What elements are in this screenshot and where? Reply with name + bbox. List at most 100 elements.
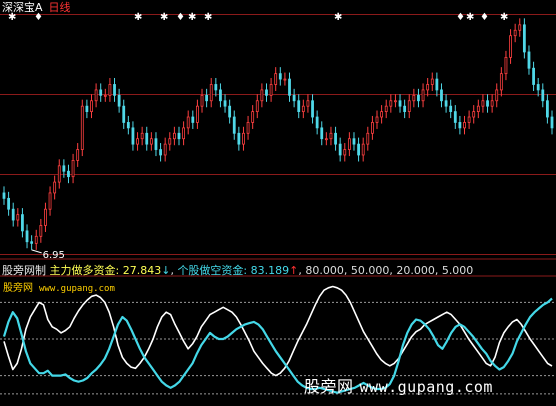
candle-body — [545, 100, 549, 118]
candle-body — [90, 100, 93, 112]
candle-body — [467, 116, 471, 123]
candle-body — [334, 132, 337, 145]
candle-body — [39, 225, 43, 237]
signal-glyph: ✱ — [334, 12, 342, 23]
candle-body — [366, 132, 370, 145]
candle-body — [255, 100, 259, 112]
candle-body — [103, 94, 107, 97]
bull-fund-label: 主力做多资金: — [49, 264, 120, 277]
candle-body — [513, 29, 517, 37]
signal-glyph: ♦ — [480, 12, 489, 23]
candle-body — [260, 89, 264, 102]
site-name: 股旁网 — [3, 283, 33, 294]
signal-glyph: ✱ — [466, 12, 474, 23]
candle-body — [76, 149, 80, 161]
candle-body — [205, 94, 209, 102]
candle-body — [522, 24, 526, 53]
bear-fund-value: 83.189 — [250, 264, 290, 277]
candle-body — [458, 122, 462, 129]
candle-body — [145, 132, 149, 145]
candle-body — [177, 132, 181, 140]
signal-glyph: ✱ — [188, 12, 196, 23]
watermark-url: www.gupang.com — [359, 378, 493, 396]
candle-body — [380, 111, 384, 118]
candle-body — [449, 105, 453, 113]
candle-body — [361, 143, 365, 156]
candle-body — [182, 127, 185, 140]
candle-body — [338, 143, 342, 156]
candle-body — [532, 67, 535, 85]
candle-body — [131, 127, 135, 145]
watermark-name: 股旁网 — [304, 377, 354, 396]
candle-body — [80, 105, 84, 150]
candle-body — [44, 208, 47, 226]
candle-body — [136, 138, 139, 145]
candle-body — [209, 84, 213, 102]
candle-body — [541, 89, 545, 102]
candle-body — [168, 138, 172, 145]
candle-body — [495, 89, 499, 102]
site-url: www.gupang.com — [39, 284, 115, 294]
candle-body — [352, 138, 356, 145]
indicator-prefix: 股旁网制 — [2, 264, 46, 277]
candle-body — [113, 84, 116, 96]
candle-body — [278, 73, 282, 80]
candle-body — [191, 116, 195, 123]
candle-body — [301, 105, 305, 113]
candle-body — [30, 241, 34, 244]
candle-body — [426, 84, 430, 91]
candle-body — [357, 143, 360, 156]
candle-body — [394, 100, 397, 103]
watermark: 股旁网 www.gupang.com — [304, 373, 493, 397]
candle-body — [48, 192, 52, 210]
chart-canvas: 6.95✱ ♦ ✱ ✱ ♦ ✱ ✱ ✱ ♦ ✱ ♦ ✱ — [0, 12, 556, 395]
candle-body — [154, 138, 158, 150]
candle-body — [85, 105, 89, 113]
candle-body — [251, 111, 255, 123]
candle-body — [2, 192, 6, 199]
candle-body — [223, 100, 227, 107]
signal-glyph: ✱ — [204, 12, 212, 23]
candle-body — [292, 94, 296, 102]
candle-body — [518, 24, 522, 31]
candle-body — [311, 100, 314, 118]
candle-body — [242, 132, 245, 145]
signal-glyph: ♦ — [34, 12, 43, 23]
candle-body — [214, 84, 218, 91]
candle-body — [536, 84, 540, 91]
candle-body — [407, 100, 411, 112]
candle-body — [472, 111, 476, 118]
indicator-legend: 股旁网制 主力做多资金: 27.843↓, 个股做空资金: 83.189↑, 8… — [2, 262, 474, 277]
candle-body — [122, 105, 126, 123]
candle-body — [219, 89, 222, 102]
signal-glyph: ♦ — [176, 12, 185, 23]
candle-body — [320, 127, 324, 140]
candle-body — [57, 165, 61, 183]
candle-body — [444, 100, 448, 107]
level-values: , 80.000, 50.000, 20.000, 5.000 — [298, 264, 474, 277]
candle-body — [62, 165, 66, 172]
candle-body — [140, 132, 144, 140]
low-marker-label: 6.95 — [43, 250, 65, 261]
candle-body — [440, 89, 443, 102]
site-label: 股旁网 www.gupang.com — [3, 279, 115, 294]
candle-body — [159, 149, 162, 156]
candle-body — [481, 100, 485, 107]
candle-body — [265, 89, 268, 96]
candle-body — [384, 105, 388, 113]
candle-body — [315, 116, 319, 129]
candle-body — [149, 138, 153, 145]
candle-body — [430, 78, 434, 85]
legend-separator: , — [170, 264, 174, 277]
candle-body — [232, 116, 236, 134]
candle-body — [412, 94, 416, 102]
signal-glyph: ✱ — [134, 12, 142, 23]
candle-body — [172, 132, 176, 140]
bear-fund-label: 个股做空资金: — [177, 264, 248, 277]
candle-body — [347, 138, 351, 150]
candle-body — [324, 138, 328, 141]
candle-body — [417, 94, 420, 102]
candle-body — [375, 116, 379, 123]
candle-body — [389, 100, 393, 107]
candle-body — [228, 105, 232, 118]
